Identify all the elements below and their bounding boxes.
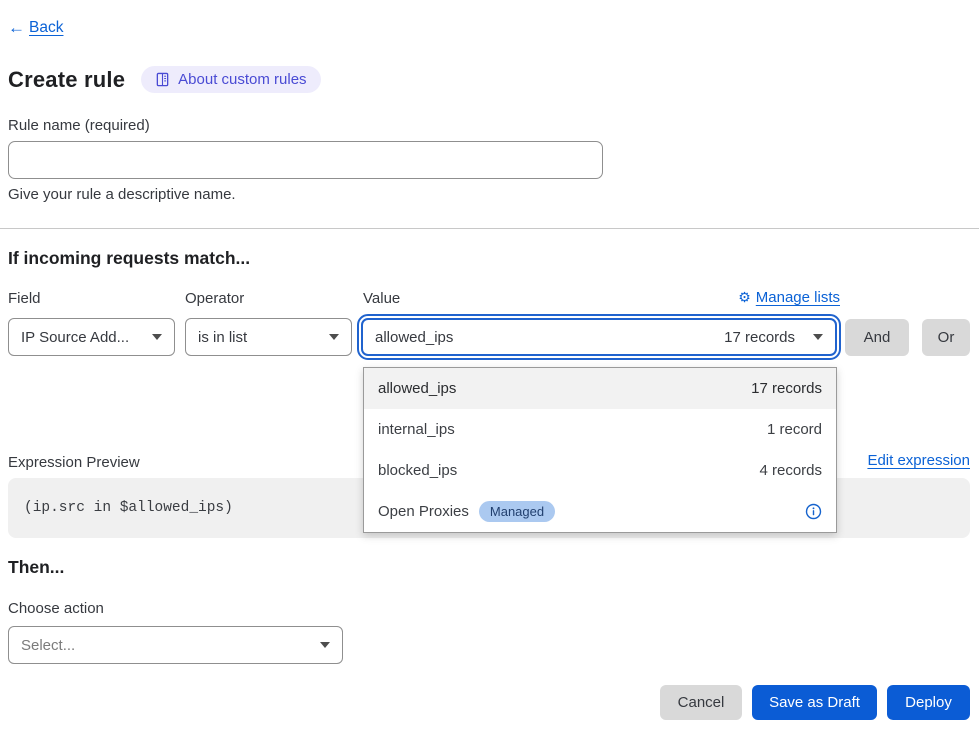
- list-item-record-count: 4 records: [759, 462, 822, 479]
- list-item-open-proxies[interactable]: Open Proxies Managed: [364, 491, 836, 532]
- list-item-internal-ips[interactable]: internal_ips 1 record: [364, 409, 836, 450]
- list-item-name: internal_ips: [378, 421, 455, 438]
- value-select[interactable]: allowed_ips 17 records: [361, 318, 837, 356]
- expression-code: (ip.src in $allowed_ips): [24, 500, 233, 516]
- field-select[interactable]: IP Source Add...: [8, 318, 175, 356]
- manage-lists-link[interactable]: ⚙ Manage lists: [738, 289, 840, 306]
- list-item-name: allowed_ips: [378, 380, 456, 397]
- list-item-allowed-ips[interactable]: allowed_ips 17 records: [364, 368, 836, 409]
- about-custom-rules-label: About custom rules: [178, 71, 306, 88]
- operator-select-value: is in list: [198, 329, 247, 346]
- info-icon[interactable]: [805, 503, 822, 520]
- list-item-name: Open Proxies: [378, 503, 469, 520]
- gear-icon: ⚙: [738, 289, 751, 306]
- about-custom-rules-link[interactable]: About custom rules: [141, 66, 320, 93]
- and-button[interactable]: And: [845, 319, 909, 356]
- operator-label: Operator: [185, 290, 244, 307]
- action-select[interactable]: Select...: [8, 626, 343, 664]
- action-select-placeholder: Select...: [21, 637, 75, 654]
- then-section-heading: Then...: [8, 557, 64, 578]
- page-title: Create rule: [8, 67, 125, 93]
- rule-name-helper: Give your rule a descriptive name.: [8, 186, 236, 203]
- match-section-heading: If incoming requests match...: [8, 248, 250, 269]
- chevron-down-icon: [329, 334, 339, 340]
- or-button[interactable]: Or: [922, 319, 970, 356]
- value-label: Value: [363, 290, 400, 307]
- chevron-down-icon: [813, 334, 823, 340]
- manage-lists-label[interactable]: Manage lists: [756, 289, 840, 306]
- back-link[interactable]: ← Back: [8, 18, 63, 38]
- section-divider: [0, 228, 979, 229]
- list-item-record-count: 1 record: [767, 421, 822, 438]
- managed-badge: Managed: [479, 501, 555, 522]
- chevron-down-icon: [320, 642, 330, 648]
- expression-preview-label: Expression Preview: [8, 454, 140, 471]
- list-item-name: blocked_ips: [378, 462, 457, 479]
- cancel-button[interactable]: Cancel: [660, 685, 742, 720]
- list-item-record-count: 17 records: [751, 380, 822, 397]
- field-label: Field: [8, 290, 41, 307]
- rule-name-input[interactable]: [8, 141, 603, 179]
- back-link-label[interactable]: Back: [29, 19, 63, 37]
- book-icon: [155, 72, 170, 87]
- operator-select[interactable]: is in list: [185, 318, 352, 356]
- value-select-record-count: 17 records: [724, 329, 805, 346]
- list-item-blocked-ips[interactable]: blocked_ips 4 records: [364, 450, 836, 491]
- value-dropdown-panel: allowed_ips 17 records internal_ips 1 re…: [363, 367, 837, 533]
- save-as-draft-button[interactable]: Save as Draft: [752, 685, 877, 720]
- chevron-down-icon: [152, 334, 162, 340]
- back-arrow-icon: ←: [8, 18, 25, 38]
- rule-name-label: Rule name (required): [8, 117, 150, 134]
- value-select-value: allowed_ips: [375, 329, 453, 346]
- field-select-value: IP Source Add...: [21, 329, 129, 346]
- edit-expression-link[interactable]: Edit expression: [867, 452, 970, 469]
- title-row: Create rule About custom rules: [8, 66, 321, 93]
- deploy-button[interactable]: Deploy: [887, 685, 970, 720]
- choose-action-label: Choose action: [8, 600, 104, 617]
